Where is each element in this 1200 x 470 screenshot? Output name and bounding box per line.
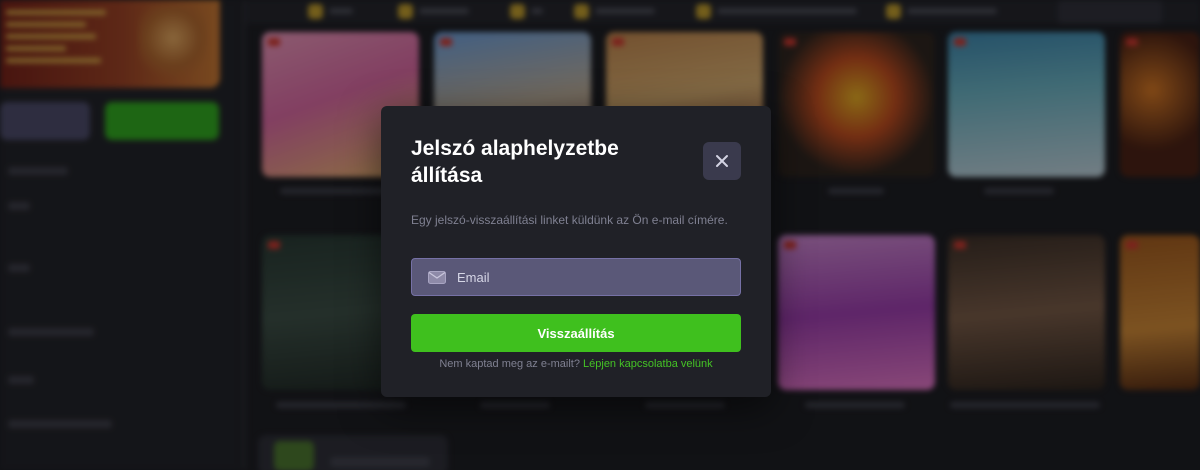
email-input[interactable] (457, 259, 732, 295)
modal-description: Egy jelszó-visszaállítási linket küldünk… (411, 213, 728, 227)
help-footer: Nem kaptad meg az e-mailt? Lépjen kapcso… (411, 358, 741, 370)
reset-button[interactable]: Visszaállítás (411, 314, 741, 352)
contact-us-link[interactable]: Lépjen kapcsolatba velünk (583, 358, 713, 370)
modal-title: Jelszó alaphelyzetbe állítása (411, 137, 619, 187)
close-icon (716, 155, 728, 167)
password-reset-modal: Jelszó alaphelyzetbe állítása Egy jelszó… (381, 106, 771, 397)
close-button[interactable] (703, 142, 741, 180)
email-field[interactable] (411, 258, 741, 296)
help-footer-text: Nem kaptad meg az e-mailt? (439, 358, 580, 370)
mail-icon (428, 271, 446, 284)
app-root: Jelszó alaphelyzetbe állítása Egy jelszó… (0, 0, 1200, 470)
